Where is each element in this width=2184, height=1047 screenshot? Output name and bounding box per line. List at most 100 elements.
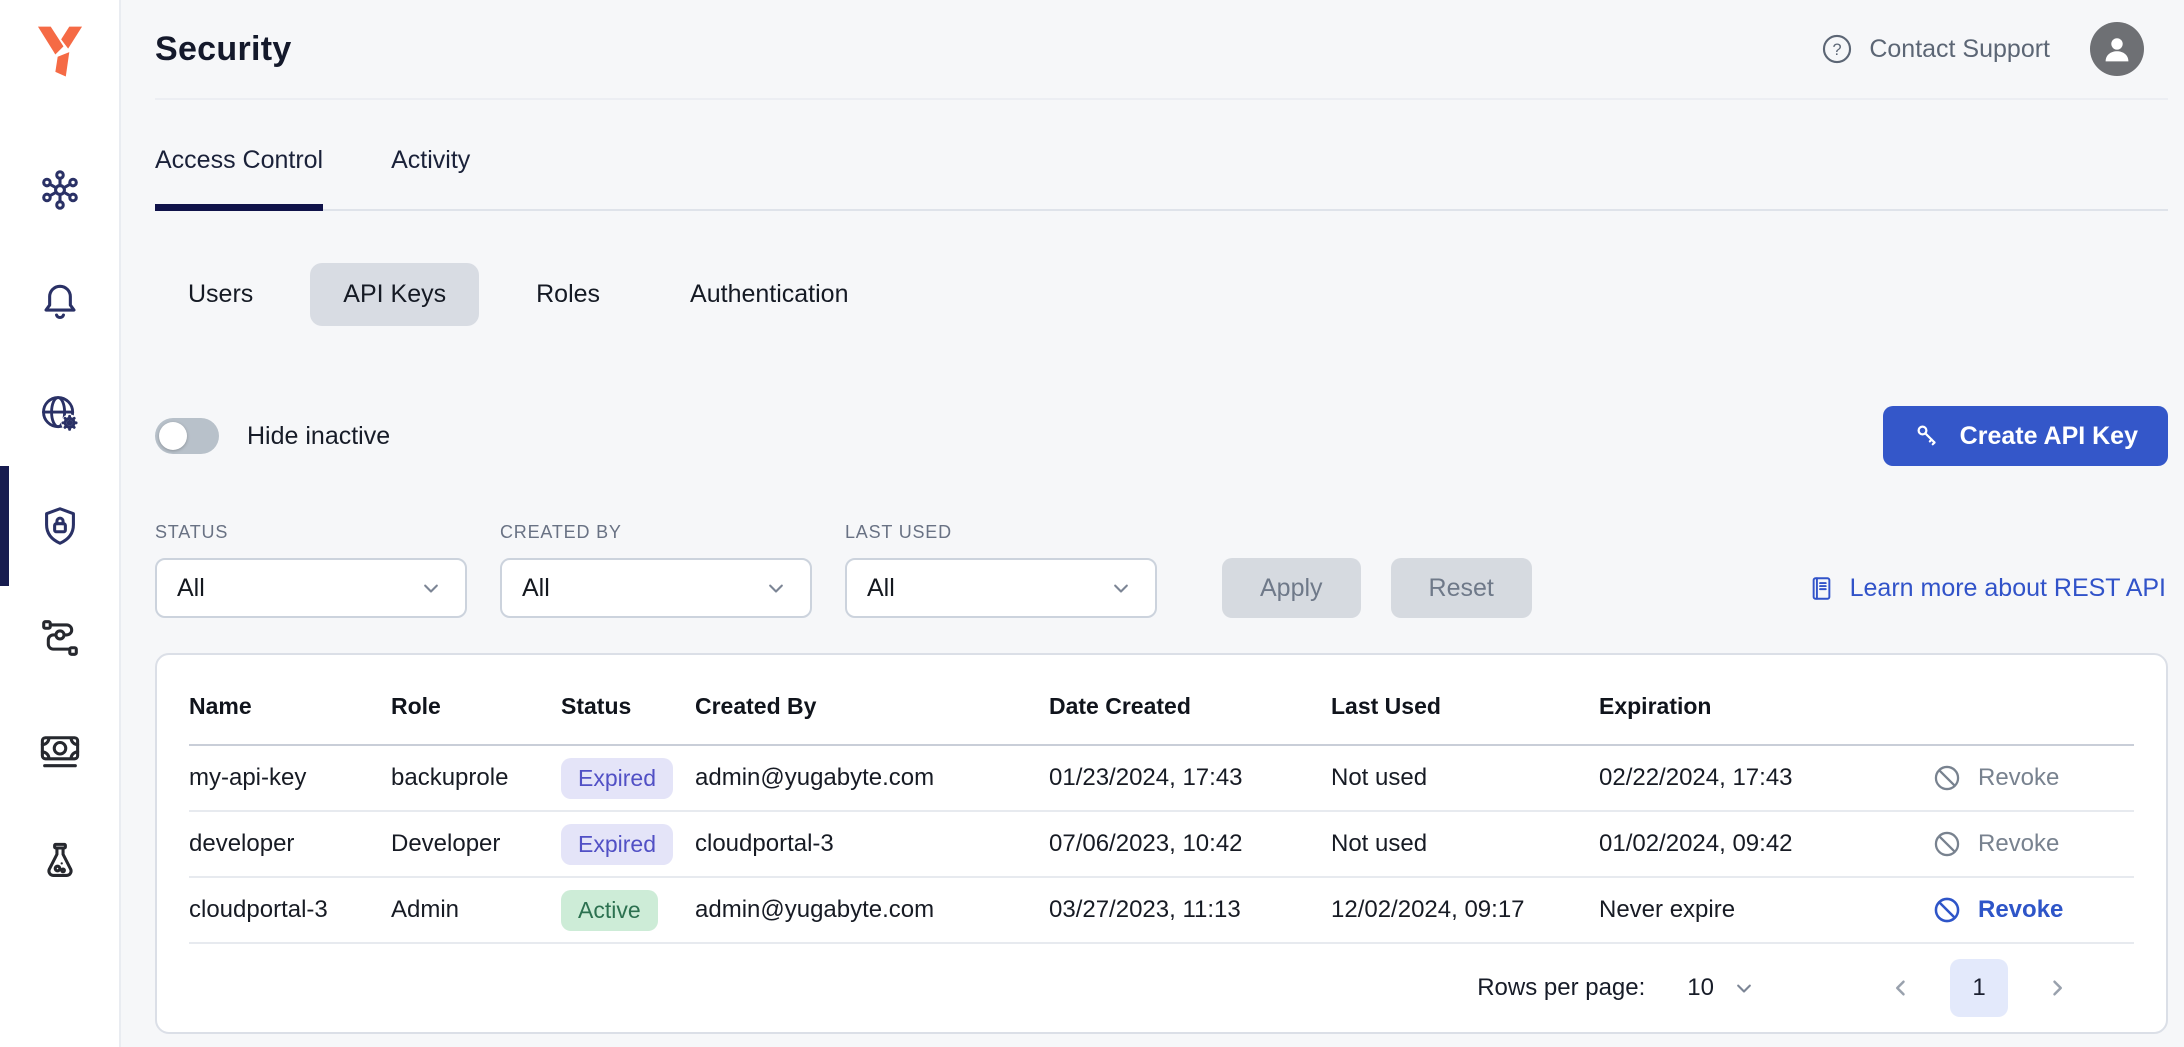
- person-icon: [2098, 30, 2136, 68]
- table-row: cloudportal-3 Admin Active admin@yugabyt…: [189, 877, 2134, 943]
- cell-last-used: Not used: [1331, 745, 1599, 811]
- cell-created-by: admin@yugabyte.com: [695, 745, 1049, 811]
- status-badge: Expired: [561, 758, 673, 799]
- last-used-filter-value: All: [867, 574, 895, 603]
- cell-role: backuprole: [391, 745, 561, 811]
- bell-icon: [37, 279, 83, 325]
- rows-per-page-value: 10: [1687, 974, 1714, 1002]
- page-title: Security: [155, 30, 292, 69]
- ban-icon: [1931, 762, 1963, 794]
- last-used-filter-select[interactable]: All: [845, 558, 1157, 618]
- subtab-authentication[interactable]: Authentication: [657, 263, 881, 326]
- hide-inactive-toggle[interactable]: [155, 418, 219, 454]
- api-keys-table-card: Name Role Status Created By Date Created…: [155, 653, 2168, 1034]
- revoke-button[interactable]: Revoke: [1901, 828, 2059, 860]
- table-row: developer Developer Expired cloudportal-…: [189, 811, 2134, 877]
- rows-per-page-dropdown[interactable]: [1730, 974, 1758, 1002]
- current-page-button[interactable]: 1: [1950, 959, 2008, 1017]
- sidebar-item-clusters[interactable]: [0, 134, 119, 246]
- ban-icon: [1931, 828, 1963, 860]
- cell-date-created: 03/27/2023, 11:13: [1049, 877, 1331, 943]
- previous-page-button[interactable]: [1886, 973, 1916, 1003]
- toggle-knob: [159, 422, 187, 450]
- revoke-label: Revoke: [1978, 896, 2063, 924]
- revoke-button[interactable]: Revoke: [1901, 894, 2063, 926]
- table-row: my-api-key backuprole Expired admin@yuga…: [189, 745, 2134, 811]
- sidebar-item-labs[interactable]: [0, 806, 119, 918]
- last-used-filter: LAST USED All: [845, 522, 1157, 618]
- column-header-status: Status: [561, 665, 695, 745]
- sidebar-item-billing[interactable]: [0, 694, 119, 806]
- subtab-bar: Users API Keys Roles Authentication: [155, 263, 2168, 326]
- created-by-filter-select[interactable]: All: [500, 558, 812, 618]
- cell-created-by: cloudportal-3: [695, 811, 1049, 877]
- subtab-roles[interactable]: Roles: [503, 263, 633, 326]
- column-header-name: Name: [189, 665, 391, 745]
- sidebar: [0, 0, 121, 1047]
- book-icon: [1807, 574, 1836, 603]
- page-header: Security ? Contact Support: [155, 0, 2168, 100]
- flow-icon: [37, 615, 83, 661]
- cell-name: my-api-key: [189, 745, 391, 811]
- created-by-filter: CREATED BY All: [500, 522, 812, 618]
- created-by-filter-label: CREATED BY: [500, 522, 812, 543]
- user-avatar[interactable]: [2090, 22, 2144, 76]
- contact-support-button[interactable]: ? Contact Support: [1820, 32, 2050, 66]
- column-header-last-used: Last Used: [1331, 665, 1599, 745]
- column-header-role: Role: [391, 665, 561, 745]
- column-header-expiration: Expiration: [1599, 665, 1901, 745]
- flask-icon: [37, 839, 83, 885]
- tab-access-control[interactable]: Access Control: [155, 146, 323, 209]
- learn-more-label: Learn more about REST API: [1850, 574, 2166, 603]
- next-page-button[interactable]: [2042, 973, 2072, 1003]
- cell-expiration: Never expire: [1599, 877, 1901, 943]
- cell-name: cloudportal-3: [189, 877, 391, 943]
- apply-button[interactable]: Apply: [1222, 558, 1361, 618]
- status-filter-value: All: [177, 574, 205, 603]
- sidebar-item-security[interactable]: [0, 470, 119, 582]
- chevron-down-icon: [762, 574, 790, 602]
- key-icon: [1913, 421, 1943, 451]
- column-header-actions: [1901, 665, 2134, 745]
- chevron-right-icon: [2042, 973, 2072, 1003]
- controls-row: Hide inactive Create API Key: [155, 406, 2168, 466]
- shield-lock-icon: [37, 503, 83, 549]
- subtab-users[interactable]: Users: [155, 263, 286, 326]
- revoke-label: Revoke: [1978, 764, 2059, 792]
- sidebar-item-integrations[interactable]: [0, 582, 119, 694]
- api-keys-table: Name Role Status Created By Date Created…: [189, 665, 2134, 944]
- subtab-api-keys[interactable]: API Keys: [310, 263, 479, 326]
- status-badge: Expired: [561, 824, 673, 865]
- chevron-down-icon: [417, 574, 445, 602]
- status-filter-label: STATUS: [155, 522, 467, 543]
- yugabyte-logo-icon[interactable]: [31, 22, 89, 80]
- status-filter: STATUS All: [155, 522, 467, 618]
- sidebar-item-alerts[interactable]: [0, 246, 119, 358]
- revoke-label: Revoke: [1978, 830, 2059, 858]
- last-used-filter-label: LAST USED: [845, 522, 1157, 543]
- cell-expiration: 01/02/2024, 09:42: [1599, 811, 1901, 877]
- table-header-row: Name Role Status Created By Date Created…: [189, 665, 2134, 745]
- help-circle-icon: ?: [1820, 32, 1854, 66]
- tab-bar: Access Control Activity: [155, 100, 2168, 211]
- status-badge: Active: [561, 890, 658, 931]
- revoke-button[interactable]: Revoke: [1901, 762, 2059, 794]
- money-icon: [37, 727, 83, 773]
- chevron-down-icon: [1730, 974, 1758, 1002]
- sidebar-nav: [0, 134, 119, 918]
- sidebar-item-network[interactable]: [0, 358, 119, 470]
- create-api-key-label: Create API Key: [1960, 422, 2138, 451]
- tab-activity[interactable]: Activity: [391, 146, 470, 209]
- main-content: Security ? Contact Support: [123, 0, 2184, 1047]
- learn-more-link[interactable]: Learn more about REST API: [1807, 574, 2168, 603]
- chevron-down-icon: [1107, 574, 1135, 602]
- status-filter-select[interactable]: All: [155, 558, 467, 618]
- cell-name: developer: [189, 811, 391, 877]
- filters-row: STATUS All CREATED BY All LAST USED All: [155, 522, 2168, 618]
- reset-button[interactable]: Reset: [1391, 558, 1532, 618]
- cell-date-created: 01/23/2024, 17:43: [1049, 745, 1331, 811]
- cell-last-used: Not used: [1331, 811, 1599, 877]
- column-header-date-created: Date Created: [1049, 665, 1331, 745]
- create-api-key-button[interactable]: Create API Key: [1883, 406, 2168, 466]
- created-by-filter-value: All: [522, 574, 550, 603]
